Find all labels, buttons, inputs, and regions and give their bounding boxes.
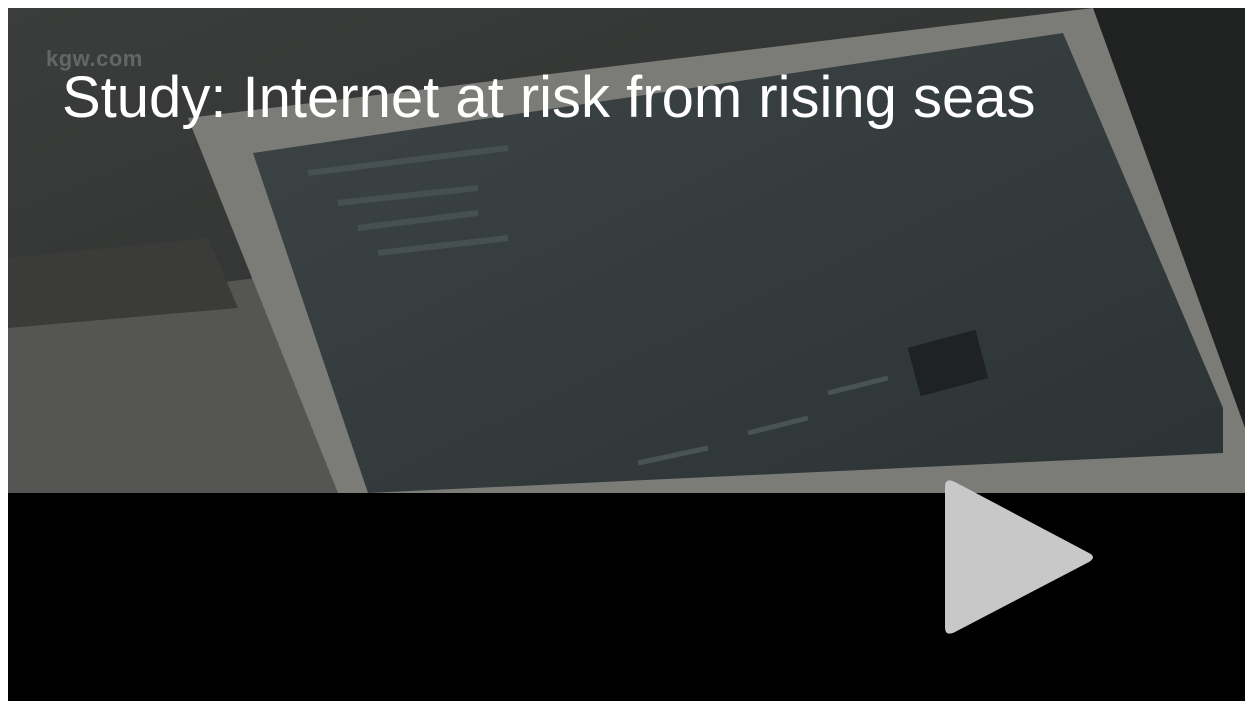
video-thumbnail[interactable]: kgw.com Study: Internet at risk from ris… <box>8 8 1245 493</box>
play-icon <box>945 480 1093 634</box>
play-triangle <box>945 480 1093 634</box>
video-title: Study: Internet at risk from rising seas <box>62 65 1036 130</box>
play-button[interactable] <box>937 477 1099 637</box>
